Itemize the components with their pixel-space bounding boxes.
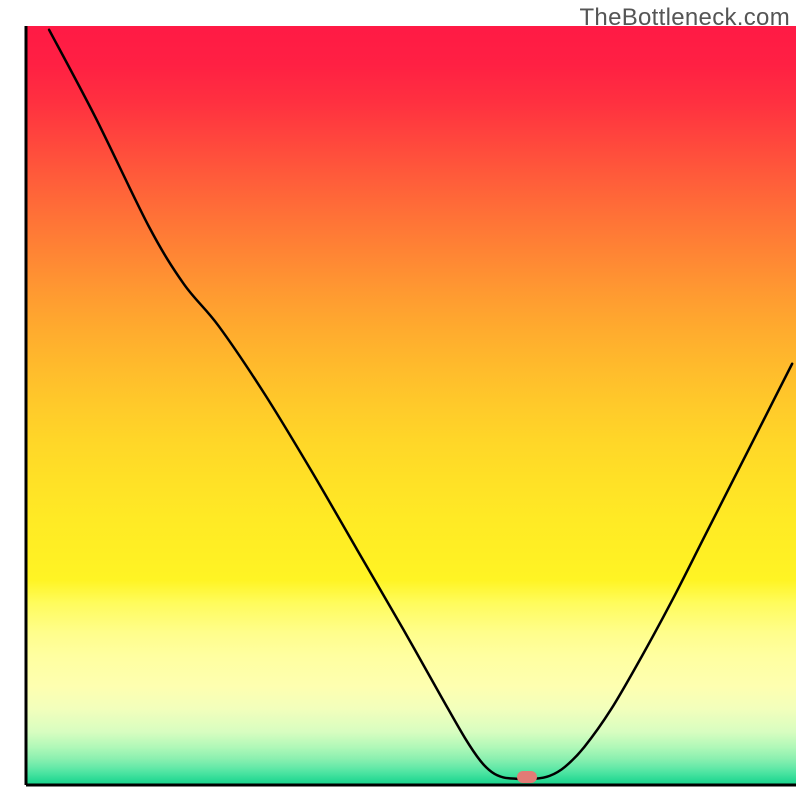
optimal-marker — [517, 771, 537, 783]
watermark-text: TheBottleneck.com — [579, 4, 790, 32]
chart-plot — [0, 0, 800, 800]
chart-container: TheBottleneck.com — [0, 0, 800, 800]
